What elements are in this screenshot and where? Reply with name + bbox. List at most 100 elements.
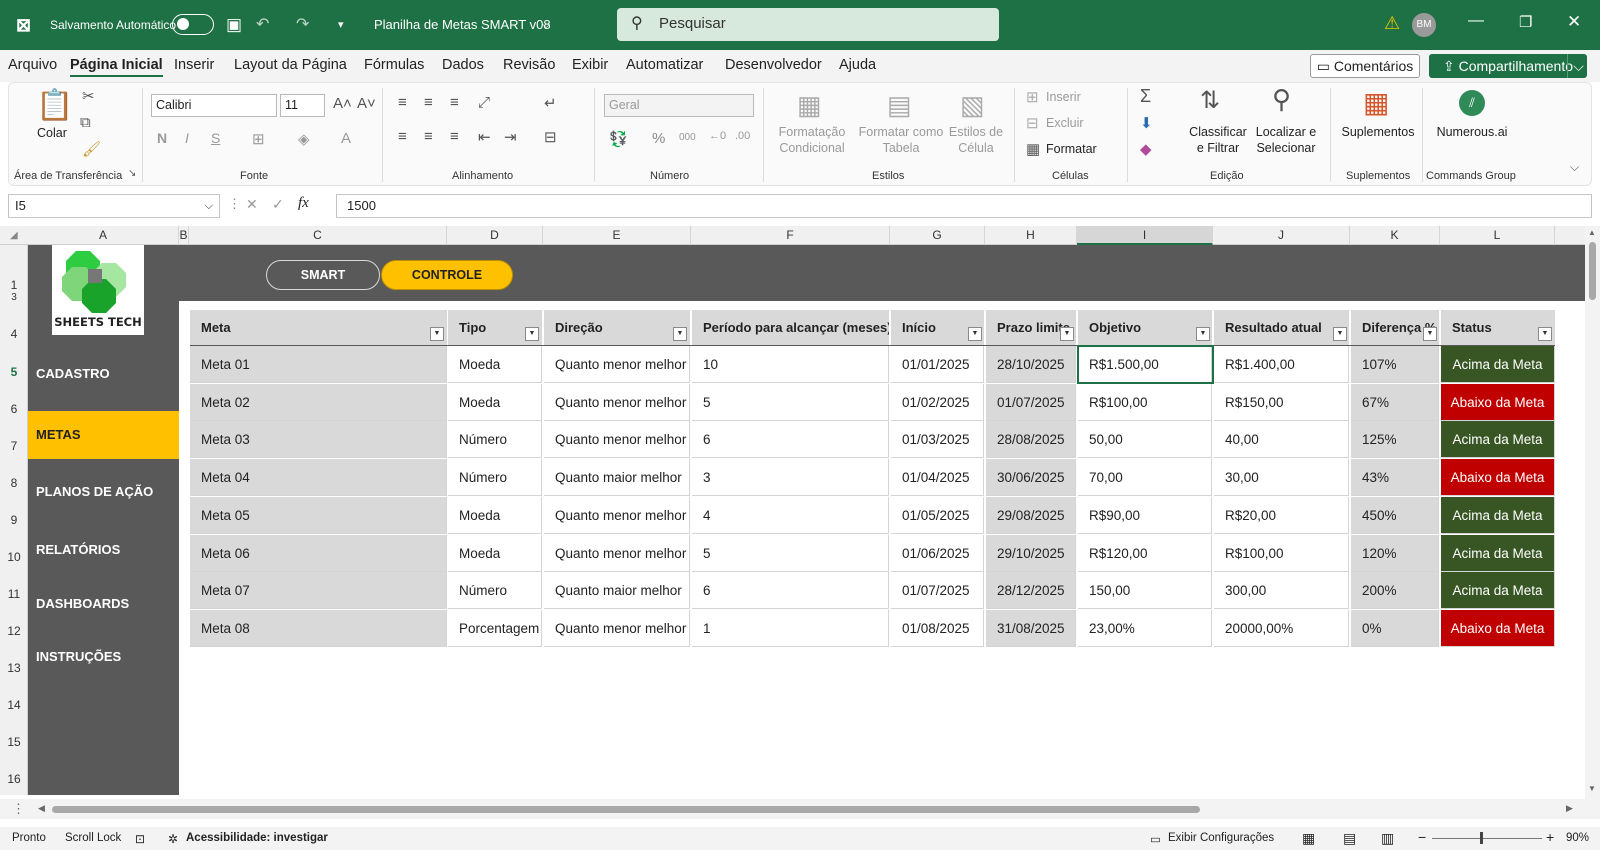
cell-direcao[interactable]: Quanto menor melhor — [544, 421, 690, 459]
currency-icon[interactable]: 💱 — [609, 130, 628, 148]
row-header[interactable]: 3 — [0, 292, 28, 303]
scroll-right-icon[interactable]: ▶ — [1566, 803, 1573, 814]
cell-prazo-limite[interactable]: 28/12/2025 — [986, 572, 1076, 610]
format-painter-icon[interactable]: 🖌 — [82, 140, 101, 158]
insert-cells-icon[interactable]: ⊞ — [1026, 88, 1039, 106]
formula-input[interactable]: 1500 — [336, 194, 1592, 218]
cell-direcao[interactable]: Quanto menor melhor — [544, 346, 690, 383]
cell-inicio[interactable]: 01/02/2025 — [891, 383, 984, 421]
find-select-label-2[interactable]: Selecionar — [1250, 141, 1322, 155]
nav-cadastro[interactable]: CADASTRO — [28, 350, 179, 398]
scroll-left-icon[interactable]: ◀ — [38, 803, 45, 814]
page-break-view-icon[interactable]: ▥ — [1381, 830, 1394, 847]
paste-icon[interactable]: 📋 — [36, 88, 73, 123]
nav-metas[interactable]: METAS — [28, 411, 179, 459]
status-accessibility[interactable]: Acessibilidade: investigar — [186, 832, 328, 844]
cell-objetivo[interactable]: R$100,00 — [1078, 383, 1212, 421]
vertical-scroll-thumb[interactable] — [1589, 242, 1596, 300]
zoom-level[interactable]: 90% — [1566, 832, 1589, 844]
search-box[interactable]: ⚲ Pesquisar — [617, 8, 999, 41]
cell-direcao[interactable]: Quanto menor melhor — [544, 534, 690, 572]
filter-dropdown-icon[interactable]: ▼ — [525, 327, 539, 341]
filter-dropdown-icon[interactable]: ▼ — [1060, 327, 1074, 341]
cell-tipo[interactable]: Número — [448, 459, 542, 497]
nav-instrucoes[interactable]: INSTRUÇÕES — [28, 633, 179, 681]
numerous-label[interactable]: Numerous.ai — [1432, 125, 1512, 139]
format-cells-icon[interactable]: ▦ — [1026, 140, 1040, 158]
column-header[interactable]: C — [189, 226, 447, 245]
cell-styles-label-2[interactable]: Célula — [944, 141, 1008, 155]
page-layout-view-icon[interactable]: ▤ — [1343, 830, 1356, 847]
row-header[interactable]: 14 — [0, 698, 28, 712]
cell-objetivo[interactable]: R$90,00 — [1078, 496, 1212, 534]
row-header[interactable]: 6 — [0, 402, 28, 416]
filter-dropdown-icon[interactable]: ▼ — [1423, 327, 1437, 341]
cell-status[interactable]: Abaixo da Meta — [1441, 383, 1555, 421]
cell-status[interactable]: Acima da Meta — [1441, 346, 1555, 383]
sort-filter-icon[interactable]: ⇅ — [1200, 86, 1220, 115]
zoom-slider-track[interactable] — [1432, 838, 1542, 839]
format-table-label-1[interactable]: Formatar como — [854, 125, 948, 139]
tab-formulas[interactable]: Fórmulas — [364, 57, 424, 73]
cell-direcao[interactable]: Quanto menor melhor — [544, 496, 690, 534]
italic-button[interactable]: I — [185, 130, 189, 146]
font-size-select[interactable]: 11 — [280, 94, 325, 117]
orientation-icon[interactable]: ⤢ — [478, 94, 490, 111]
excel-icon[interactable]: ⊠ — [16, 0, 31, 50]
underline-button[interactable]: S — [211, 130, 220, 146]
cell-diferenca[interactable]: 450% — [1351, 496, 1439, 534]
cell-periodo[interactable]: 10 — [692, 346, 889, 383]
align-bottom-icon[interactable]: ≡ — [450, 94, 459, 111]
cell-meta[interactable]: Meta 08 — [190, 609, 447, 647]
cell-diferenca[interactable]: 0% — [1351, 609, 1439, 647]
align-right-icon[interactable]: ≡ — [450, 128, 459, 145]
nav-relatorios[interactable]: RELATÓRIOS — [28, 526, 179, 574]
display-settings-icon[interactable]: ▭ — [1150, 832, 1161, 846]
fill-icon[interactable]: ⬇ — [1140, 114, 1153, 132]
cell-prazo-limite[interactable]: 28/10/2025 — [986, 346, 1076, 383]
cell-inicio[interactable]: 01/03/2025 — [891, 421, 984, 459]
bold-button[interactable]: N — [157, 130, 167, 146]
cell-periodo[interactable]: 5 — [692, 383, 889, 421]
number-format-select[interactable]: Geral — [604, 94, 754, 117]
cell-status[interactable]: Acima da Meta — [1441, 496, 1555, 534]
horizontal-scroll-thumb[interactable] — [52, 806, 1200, 813]
cell-diferenca[interactable]: 125% — [1351, 421, 1439, 459]
tab-controle[interactable]: CONTROLE — [381, 260, 513, 290]
format-cells-label[interactable]: Formatar — [1046, 142, 1097, 156]
cell-meta[interactable]: Meta 04 — [190, 459, 447, 497]
filter-dropdown-icon[interactable]: ▼ — [430, 327, 444, 341]
cell-styles-icon[interactable]: ▧ — [960, 90, 985, 121]
cell-objetivo[interactable]: 70,00 — [1078, 459, 1212, 497]
row-header[interactable]: 4 — [0, 327, 28, 341]
column-header[interactable]: L — [1440, 226, 1555, 245]
minimize-icon[interactable]: — — [1468, 12, 1484, 30]
cell-prazo-limite[interactable]: 29/10/2025 — [986, 534, 1076, 572]
addins-icon[interactable]: ▦ — [1363, 86, 1389, 119]
cond-format-label-1[interactable]: Formatação — [772, 125, 852, 139]
filter-dropdown-icon[interactable]: ▼ — [1333, 327, 1347, 341]
dialog-launcher-icon[interactable]: ↘ — [128, 168, 136, 179]
cell-tipo[interactable]: Moeda — [448, 534, 542, 572]
cell-periodo[interactable]: 5 — [692, 534, 889, 572]
document-title[interactable]: Planilha de Metas SMART v08 — [374, 0, 551, 50]
column-header[interactable]: B — [179, 226, 189, 245]
chevron-down-icon[interactable]: ⌵ — [205, 195, 213, 217]
row-header[interactable]: 13 — [0, 661, 28, 675]
copy-icon[interactable]: ⧉ — [80, 114, 91, 131]
sort-filter-label-1[interactable]: Classificar — [1185, 125, 1251, 139]
cell-objetivo[interactable]: R$1.500,00 — [1078, 346, 1212, 383]
cell-inicio[interactable]: 01/05/2025 — [891, 496, 984, 534]
find-select-label-1[interactable]: Localizar e — [1250, 125, 1322, 139]
tab-revisao[interactable]: Revisão — [503, 57, 555, 73]
row-header[interactable]: 9 — [0, 513, 28, 527]
scroll-up-icon[interactable]: ▲ — [1588, 228, 1596, 237]
tab-desenvolvedor[interactable]: Desenvolvedor — [725, 57, 822, 73]
autosave-toggle[interactable] — [172, 14, 214, 35]
row-header[interactable]: 1 — [0, 278, 28, 292]
cell-tipo[interactable]: Número — [448, 421, 542, 459]
name-box[interactable]: I5 ⌵ — [8, 194, 220, 218]
more-icon[interactable]: ⋮ — [228, 196, 241, 212]
cell-tipo[interactable]: Moeda — [448, 496, 542, 534]
filter-dropdown-icon[interactable]: ▼ — [968, 327, 982, 341]
